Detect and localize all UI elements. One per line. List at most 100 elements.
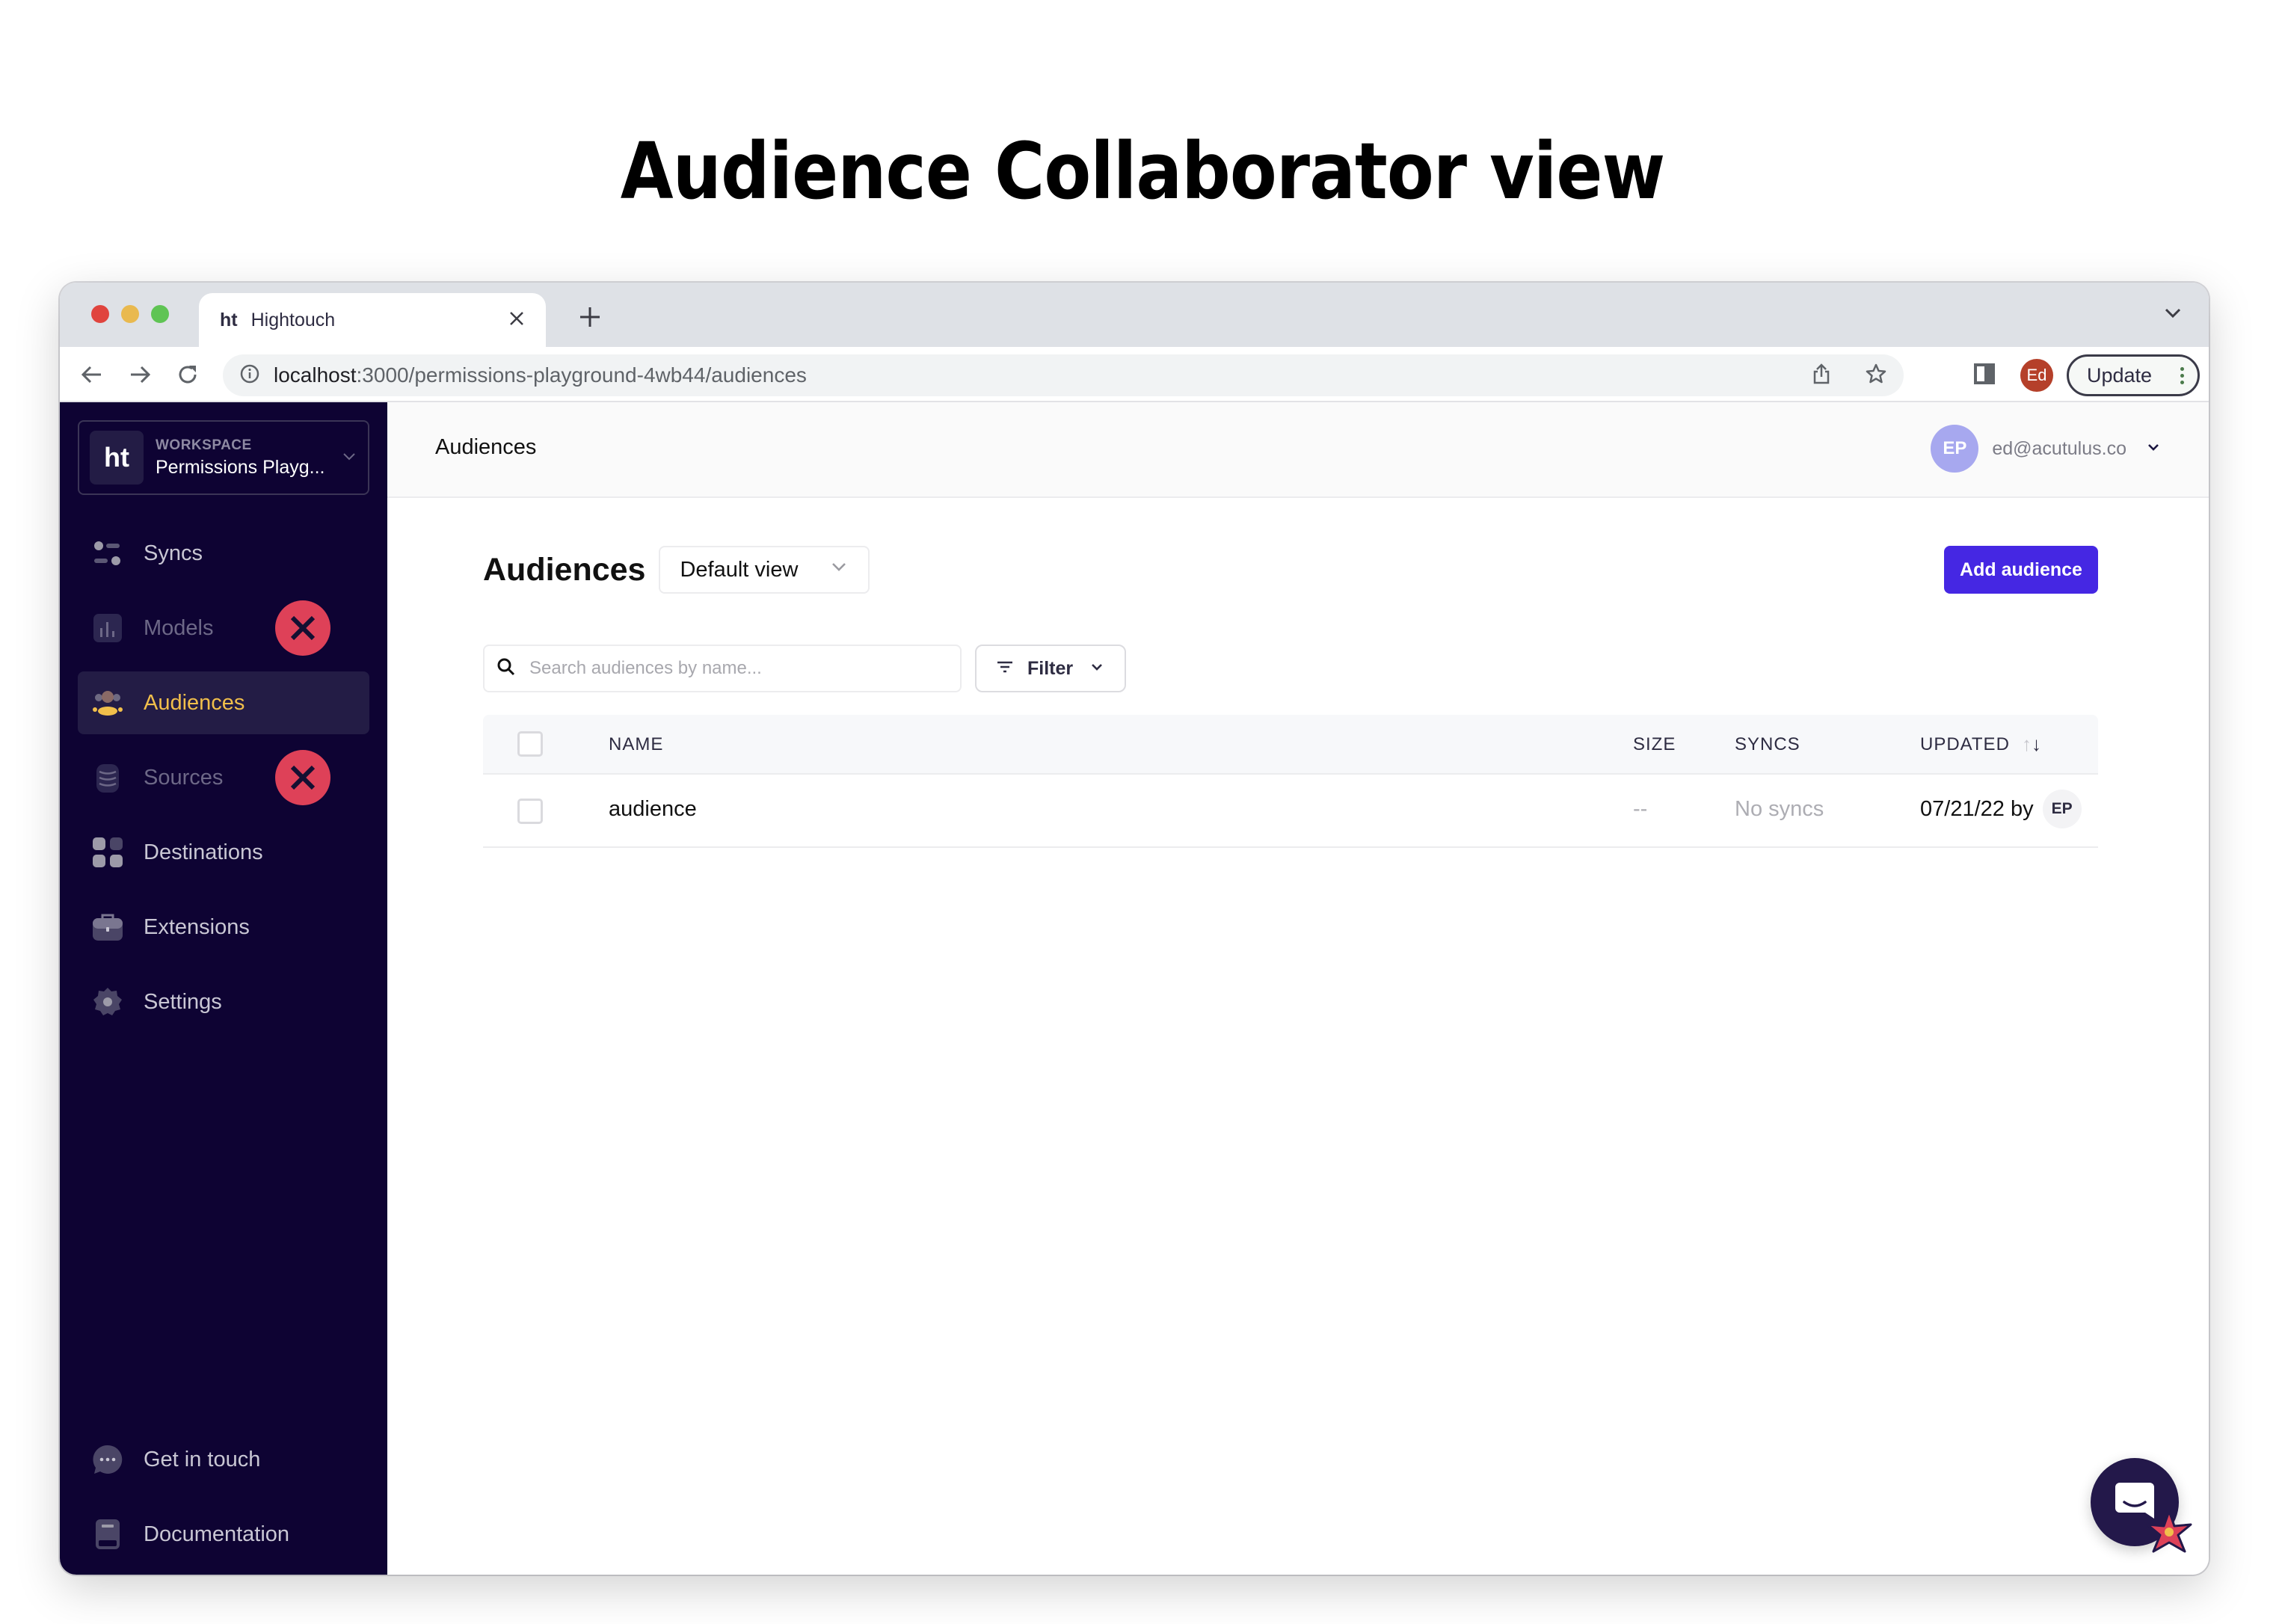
window-close-button[interactable] (91, 305, 109, 323)
window-minimize-button[interactable] (121, 305, 139, 323)
sidebar-bottom-nav: Get in touch Documentation (78, 1428, 369, 1575)
update-label: Update (2087, 363, 2153, 387)
tab-title: Hightouch (250, 309, 336, 330)
column-header-name[interactable]: NAME (609, 734, 663, 755)
audience-size: -- (1633, 797, 1648, 821)
workspace-logo: ht (90, 431, 144, 485)
permission-denied-icon (275, 600, 330, 656)
main-content: Audiences EP ed@acutulus.co Audiences De… (387, 402, 2209, 1575)
search-input[interactable] (529, 658, 948, 679)
sidebar-item-destinations[interactable]: Destinations (78, 821, 369, 884)
column-header-updated[interactable]: UPDATED (1920, 734, 2010, 755)
breadcrumb[interactable]: Audiences (435, 435, 536, 460)
user-menu[interactable]: EP ed@acutulus.co (1931, 425, 2161, 473)
chat-bubble-icon (93, 1445, 123, 1474)
reload-icon[interactable] (175, 362, 200, 387)
close-icon[interactable] (508, 308, 525, 332)
audiences-table: NAME SIZE SYNCS UPDATED ↑ ↓ audience -- N… (483, 715, 2098, 848)
browser-tab[interactable]: ht Hightouch (199, 293, 546, 347)
workspace-switcher[interactable]: ht WORKSPACE Permissions Playg... (78, 420, 369, 495)
sidebar: ht WORKSPACE Permissions Playg... Syncs (60, 402, 387, 1575)
sidebar-item-sources[interactable]: Sources (78, 746, 369, 809)
audience-updated: 07/21/22 by EP (1920, 790, 2082, 828)
sidebar-item-label: Extensions (144, 914, 250, 939)
filter-icon (996, 658, 1014, 680)
filter-label: Filter (1027, 657, 1074, 679)
updated-date: 07/21/22 (1920, 796, 2005, 821)
sidebar-item-label: Settings (144, 989, 222, 1014)
page-title: Audiences (483, 551, 646, 588)
view-select-value: Default view (680, 557, 799, 582)
sidebar-item-syncs[interactable]: Syncs (78, 522, 369, 585)
bookmark-star-icon[interactable] (1865, 363, 1887, 389)
updated-by-label: by (2010, 796, 2034, 821)
side-panel-icon[interactable] (1974, 363, 1995, 384)
url-host: localhost (274, 363, 357, 387)
back-arrow-icon[interactable] (79, 362, 105, 387)
view-select[interactable]: Default view (659, 546, 870, 594)
info-icon[interactable] (239, 363, 260, 388)
briefcase-icon (93, 912, 123, 942)
url-path: :3000/permissions-playground-4wb44/audie… (356, 363, 807, 387)
sidebar-item-get-in-touch[interactable]: Get in touch (78, 1428, 369, 1491)
chat-launcher-button[interactable] (2091, 1458, 2192, 1553)
top-bar: Audiences EP ed@acutulus.co (387, 402, 2209, 498)
sidebar-item-label: Models (144, 615, 214, 640)
audiences-icon (93, 688, 123, 718)
flower-badge-icon (2144, 1508, 2194, 1561)
models-icon (93, 613, 123, 643)
chevron-down-icon (341, 448, 357, 468)
sort-icon[interactable]: ↑ ↓ (2022, 733, 2041, 756)
window-zoom-button[interactable] (151, 305, 169, 323)
page-heading: Audience Collaborator view (620, 126, 1665, 217)
gear-icon (93, 987, 123, 1017)
browser-profile-avatar[interactable]: Ed (2020, 359, 2053, 392)
search-icon (496, 657, 516, 680)
sidebar-item-models[interactable]: Models (78, 597, 369, 659)
chevron-down-icon (829, 557, 849, 582)
syncs-icon (93, 538, 123, 568)
chevron-down-icon (2146, 440, 2161, 458)
chevron-down-icon (1089, 658, 1104, 680)
forward-arrow-icon[interactable] (127, 362, 153, 387)
select-all-checkbox[interactable] (517, 731, 543, 757)
book-icon (93, 1519, 123, 1549)
kebab-menu-icon[interactable] (2180, 366, 2184, 384)
app: ht WORKSPACE Permissions Playg... Syncs (60, 402, 2209, 1575)
grid-icon (93, 837, 123, 867)
column-header-syncs[interactable]: SYNCS (1735, 734, 1800, 755)
row-checkbox[interactable] (517, 799, 543, 824)
sidebar-item-label: Sources (144, 765, 224, 790)
permission-denied-icon (275, 750, 330, 805)
address-bar[interactable]: localhost:3000/permissions-playground-4w… (223, 354, 1904, 396)
chevron-down-icon[interactable] (2162, 302, 2183, 327)
sidebar-item-label: Syncs (144, 541, 203, 565)
tab-strip: ht Hightouch (60, 283, 2209, 347)
sidebar-item-extensions[interactable]: Extensions (78, 896, 369, 959)
sidebar-item-documentation[interactable]: Documentation (78, 1503, 369, 1566)
browser-toolbar: localhost:3000/permissions-playground-4w… (60, 347, 2209, 402)
audience-syncs: No syncs (1735, 797, 1824, 821)
user-email: ed@acutulus.co (1992, 437, 2126, 459)
update-button[interactable]: Update (2067, 354, 2200, 396)
share-icon[interactable] (1811, 363, 1832, 389)
workspace-label: WORKSPACE (156, 437, 252, 453)
sidebar-item-settings[interactable]: Settings (78, 971, 369, 1033)
favicon-icon: ht (220, 309, 238, 330)
audience-name[interactable]: audience (609, 797, 697, 822)
sidebar-item-label: Audiences (144, 690, 245, 715)
sidebar-nav: Syncs Models Audiences Sources Destinati… (78, 522, 369, 1045)
add-audience-button[interactable]: Add audience (1944, 546, 2098, 594)
plus-icon[interactable] (579, 296, 601, 336)
column-header-size[interactable]: SIZE (1633, 734, 1676, 755)
workspace-name: Permissions Playg... (156, 456, 325, 478)
search-field[interactable] (483, 645, 962, 692)
sidebar-item-label: Documentation (144, 1522, 290, 1546)
sidebar-item-label: Destinations (144, 840, 263, 864)
database-icon (93, 763, 123, 793)
table-row[interactable]: audience -- No syncs 07/21/22 by EP (483, 775, 2098, 848)
sidebar-item-audiences[interactable]: Audiences (78, 671, 369, 734)
avatar: EP (2042, 790, 2082, 828)
table-header: NAME SIZE SYNCS UPDATED ↑ ↓ (483, 715, 2098, 775)
filter-button[interactable]: Filter (975, 645, 1126, 692)
